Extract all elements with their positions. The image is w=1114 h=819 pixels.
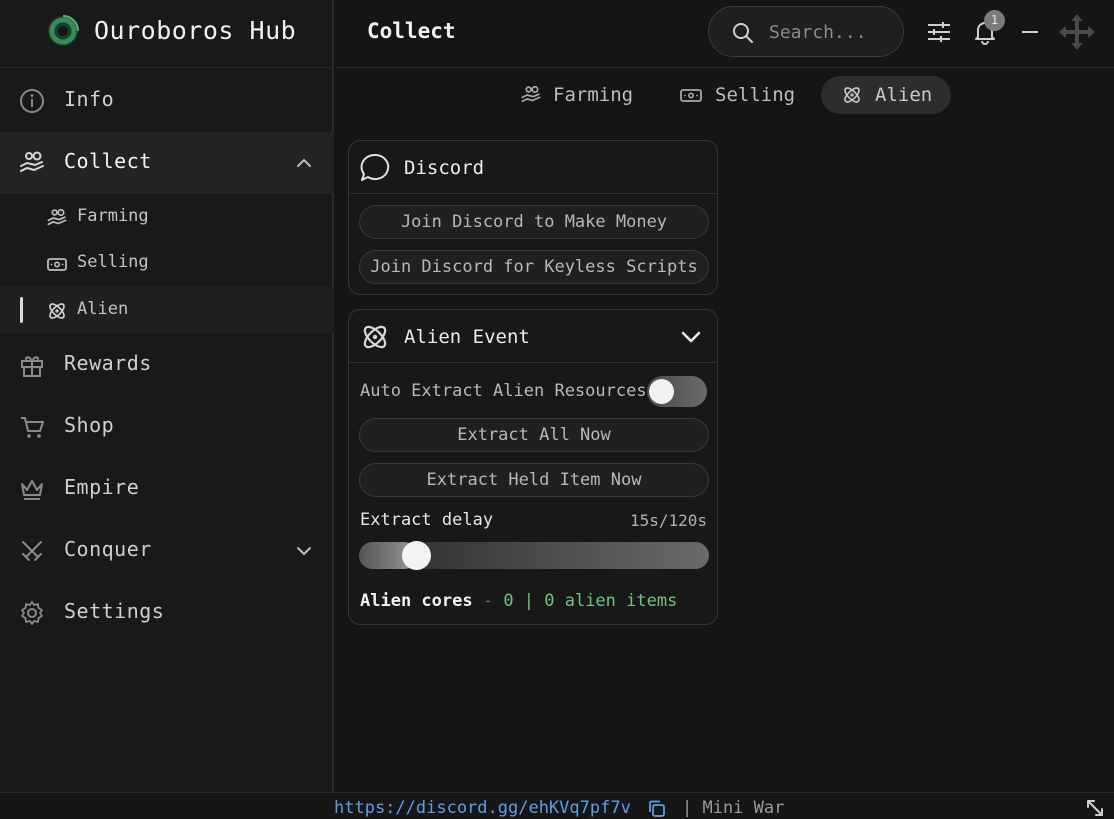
extract-all-button[interactable]: Extract All Now bbox=[359, 418, 709, 452]
sidebar-item-empire[interactable]: Empire bbox=[0, 458, 334, 520]
discord-card: Discord Join Discord to Make Money Join … bbox=[348, 140, 718, 295]
alien-cores-status: Alien cores - 0 | 0 alien items bbox=[360, 591, 677, 611]
tab-farming[interactable]: Farming bbox=[510, 76, 644, 114]
tab-label: Selling bbox=[715, 84, 796, 106]
app-title: Ouroboros Hub bbox=[94, 16, 297, 45]
sidebar-item-conquer[interactable]: Conquer bbox=[0, 520, 334, 582]
sidebar-subitem-label: Farming bbox=[77, 206, 149, 226]
alien-event-title: Alien Event bbox=[404, 326, 530, 348]
sidebar-subitem-label: Alien bbox=[77, 299, 129, 319]
sidebar-item-shop[interactable]: Shop bbox=[0, 396, 334, 458]
sidebar-item-label: Info bbox=[64, 87, 115, 111]
tab-label: Alien bbox=[875, 84, 933, 106]
info-icon bbox=[18, 87, 46, 115]
sidebar-item-label: Rewards bbox=[64, 351, 152, 375]
minimize-icon[interactable] bbox=[1016, 18, 1044, 46]
resize-icon[interactable] bbox=[1085, 798, 1105, 818]
chevron-up-icon bbox=[294, 153, 314, 173]
banknote-icon bbox=[46, 253, 68, 275]
sidebar-subitem-alien[interactable]: Alien bbox=[0, 287, 334, 333]
search-placeholder: Search... bbox=[769, 22, 867, 43]
sidebar-item-label: Empire bbox=[64, 475, 140, 499]
app-window: Ouroboros Hub Info Collect Farming Selli… bbox=[0, 0, 1114, 819]
sidebar-item-label: Settings bbox=[64, 599, 165, 623]
extract-delay-label: Extract delay bbox=[360, 510, 494, 530]
sidebar-item-label: Shop bbox=[64, 413, 115, 437]
banknote-icon bbox=[680, 84, 702, 106]
alien-cores-label: Alien cores bbox=[360, 591, 473, 611]
sidebar-item-label: Conquer bbox=[64, 537, 152, 561]
sidebar-item-collect[interactable]: Collect bbox=[0, 132, 334, 194]
auto-extract-toggle[interactable] bbox=[647, 376, 707, 407]
alien-event-card: Alien Event Auto Extract Alien Resources… bbox=[348, 309, 718, 625]
atom-icon bbox=[841, 84, 863, 106]
copy-icon[interactable] bbox=[647, 799, 666, 818]
extract-delay-value: 15s/120s bbox=[629, 511, 707, 530]
chevron-down-icon bbox=[679, 325, 703, 349]
discord-invite-link[interactable]: https://discord.gg/ehKVq7pf7v bbox=[334, 798, 631, 818]
move-icon[interactable] bbox=[1056, 11, 1098, 53]
extract-delay-slider[interactable] bbox=[359, 541, 709, 570]
chat-bubble-icon bbox=[359, 152, 391, 184]
crown-icon bbox=[18, 475, 46, 503]
sidebar-item-info[interactable]: Info bbox=[0, 70, 334, 132]
sidebar-item-label: Collect bbox=[64, 149, 152, 173]
brand-header: Ouroboros Hub bbox=[0, 0, 334, 68]
auto-extract-label: Auto Extract Alien Resources bbox=[360, 381, 647, 401]
join-discord-keyless-button[interactable]: Join Discord for Keyless Scripts bbox=[359, 250, 709, 284]
extract-held-item-button[interactable]: Extract Held Item Now bbox=[359, 463, 709, 497]
hand-coins-icon bbox=[520, 84, 542, 106]
sliders-icon[interactable] bbox=[925, 18, 953, 46]
discord-card-title: Discord bbox=[404, 157, 485, 179]
topbar: Collect Search... 1 bbox=[336, 0, 1114, 68]
ouroboros-logo-icon bbox=[46, 14, 80, 48]
sidebar-item-settings[interactable]: Settings bbox=[0, 582, 334, 644]
page-title: Collect bbox=[367, 19, 456, 43]
gear-icon bbox=[18, 599, 46, 627]
status-separator: - bbox=[472, 591, 504, 611]
sidebar-subitem-farming[interactable]: Farming bbox=[0, 194, 334, 240]
sidebar-subitem-selling[interactable]: Selling bbox=[0, 240, 334, 286]
footer-game-name: | Mini War bbox=[682, 798, 785, 818]
notification-badge: 1 bbox=[984, 10, 1005, 31]
atom-icon bbox=[359, 321, 391, 353]
swords-icon bbox=[18, 537, 46, 565]
alien-cores-value: 0 | 0 alien items bbox=[503, 591, 678, 611]
alien-event-header[interactable]: Alien Event bbox=[349, 310, 717, 363]
hand-coins-icon bbox=[18, 149, 46, 177]
sidebar-item-rewards[interactable]: Rewards bbox=[0, 334, 334, 396]
active-indicator bbox=[20, 297, 23, 323]
atom-icon bbox=[46, 300, 68, 322]
sidebar-subitem-label: Selling bbox=[77, 252, 149, 272]
hand-coins-icon bbox=[46, 207, 68, 229]
tab-alien[interactable]: Alien bbox=[821, 76, 951, 114]
discord-card-header: Discord bbox=[349, 141, 717, 194]
tab-label: Farming bbox=[553, 84, 634, 106]
cart-icon bbox=[18, 413, 46, 441]
chevron-down-icon bbox=[294, 541, 314, 561]
slider-thumb[interactable] bbox=[402, 541, 432, 570]
gift-icon bbox=[18, 351, 46, 379]
join-discord-money-button[interactable]: Join Discord to Make Money bbox=[359, 205, 709, 239]
search-icon bbox=[731, 21, 755, 45]
search-input[interactable]: Search... bbox=[708, 6, 904, 57]
toggle-knob bbox=[649, 379, 674, 404]
footer-bar: https://discord.gg/ehKVq7pf7v | Mini War bbox=[0, 792, 1114, 819]
tab-selling[interactable]: Selling bbox=[670, 76, 804, 114]
sidebar: Ouroboros Hub Info Collect Farming Selli… bbox=[0, 0, 334, 792]
